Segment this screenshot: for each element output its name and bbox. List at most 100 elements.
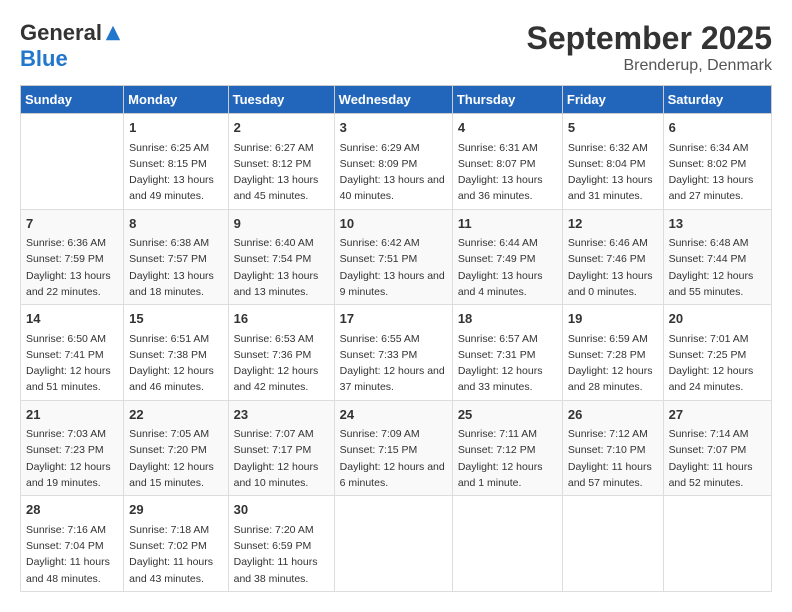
logo-blue-text: Blue [20, 46, 68, 72]
calendar-cell: 6Sunrise: 6:34 AMSunset: 8:02 PMDaylight… [663, 114, 771, 210]
logo-general-text: General [20, 20, 102, 46]
day-number: 24 [340, 405, 447, 425]
day-info: Sunrise: 6:29 AMSunset: 8:09 PMDaylight:… [340, 140, 447, 205]
header-day-saturday: Saturday [663, 86, 771, 114]
day-info: Sunrise: 6:53 AMSunset: 7:36 PMDaylight:… [234, 331, 329, 396]
day-number: 5 [568, 118, 658, 138]
day-info: Sunrise: 6:34 AMSunset: 8:02 PMDaylight:… [669, 140, 766, 205]
day-number: 21 [26, 405, 118, 425]
logo-icon [104, 24, 122, 42]
day-info: Sunrise: 7:05 AMSunset: 7:20 PMDaylight:… [129, 426, 222, 491]
calendar-cell: 3Sunrise: 6:29 AMSunset: 8:09 PMDaylight… [334, 114, 452, 210]
day-number: 19 [568, 309, 658, 329]
calendar-cell: 13Sunrise: 6:48 AMSunset: 7:44 PMDayligh… [663, 209, 771, 305]
calendar-week-4: 21Sunrise: 7:03 AMSunset: 7:23 PMDayligh… [21, 400, 772, 496]
calendar-cell: 20Sunrise: 7:01 AMSunset: 7:25 PMDayligh… [663, 305, 771, 401]
calendar-cell [562, 496, 663, 592]
day-number: 23 [234, 405, 329, 425]
day-number: 18 [458, 309, 557, 329]
calendar-cell: 16Sunrise: 6:53 AMSunset: 7:36 PMDayligh… [228, 305, 334, 401]
calendar-cell: 18Sunrise: 6:57 AMSunset: 7:31 PMDayligh… [452, 305, 562, 401]
day-info: Sunrise: 7:16 AMSunset: 7:04 PMDaylight:… [26, 522, 118, 587]
calendar-cell: 15Sunrise: 6:51 AMSunset: 7:38 PMDayligh… [124, 305, 228, 401]
calendar-cell: 23Sunrise: 7:07 AMSunset: 7:17 PMDayligh… [228, 400, 334, 496]
day-number: 12 [568, 214, 658, 234]
day-info: Sunrise: 6:59 AMSunset: 7:28 PMDaylight:… [568, 331, 658, 396]
header-day-wednesday: Wednesday [334, 86, 452, 114]
day-number: 7 [26, 214, 118, 234]
day-number: 15 [129, 309, 222, 329]
day-number: 2 [234, 118, 329, 138]
day-info: Sunrise: 7:09 AMSunset: 7:15 PMDaylight:… [340, 426, 447, 491]
header-day-tuesday: Tuesday [228, 86, 334, 114]
day-number: 13 [669, 214, 766, 234]
day-number: 30 [234, 500, 329, 520]
day-number: 17 [340, 309, 447, 329]
day-info: Sunrise: 6:32 AMSunset: 8:04 PMDaylight:… [568, 140, 658, 205]
calendar-header-row: SundayMondayTuesdayWednesdayThursdayFrid… [21, 86, 772, 114]
calendar-cell: 21Sunrise: 7:03 AMSunset: 7:23 PMDayligh… [21, 400, 124, 496]
day-info: Sunrise: 6:25 AMSunset: 8:15 PMDaylight:… [129, 140, 222, 205]
calendar-cell: 30Sunrise: 7:20 AMSunset: 6:59 PMDayligh… [228, 496, 334, 592]
calendar-cell: 24Sunrise: 7:09 AMSunset: 7:15 PMDayligh… [334, 400, 452, 496]
day-number: 8 [129, 214, 222, 234]
calendar-cell: 19Sunrise: 6:59 AMSunset: 7:28 PMDayligh… [562, 305, 663, 401]
calendar-cell: 11Sunrise: 6:44 AMSunset: 7:49 PMDayligh… [452, 209, 562, 305]
day-info: Sunrise: 6:44 AMSunset: 7:49 PMDaylight:… [458, 235, 557, 300]
day-info: Sunrise: 6:27 AMSunset: 8:12 PMDaylight:… [234, 140, 329, 205]
day-number: 3 [340, 118, 447, 138]
day-number: 16 [234, 309, 329, 329]
day-number: 22 [129, 405, 222, 425]
day-info: Sunrise: 7:12 AMSunset: 7:10 PMDaylight:… [568, 426, 658, 491]
header-day-sunday: Sunday [21, 86, 124, 114]
day-number: 9 [234, 214, 329, 234]
day-info: Sunrise: 6:31 AMSunset: 8:07 PMDaylight:… [458, 140, 557, 205]
header-day-thursday: Thursday [452, 86, 562, 114]
day-info: Sunrise: 7:01 AMSunset: 7:25 PMDaylight:… [669, 331, 766, 396]
day-number: 27 [669, 405, 766, 425]
day-info: Sunrise: 7:07 AMSunset: 7:17 PMDaylight:… [234, 426, 329, 491]
header-day-monday: Monday [124, 86, 228, 114]
day-info: Sunrise: 6:42 AMSunset: 7:51 PMDaylight:… [340, 235, 447, 300]
day-info: Sunrise: 7:14 AMSunset: 7:07 PMDaylight:… [669, 426, 766, 491]
calendar-week-5: 28Sunrise: 7:16 AMSunset: 7:04 PMDayligh… [21, 496, 772, 592]
calendar-cell: 2Sunrise: 6:27 AMSunset: 8:12 PMDaylight… [228, 114, 334, 210]
title-block: September 2025 Brenderup, Denmark [527, 20, 772, 75]
month-title: September 2025 [527, 20, 772, 57]
day-number: 11 [458, 214, 557, 234]
day-info: Sunrise: 7:18 AMSunset: 7:02 PMDaylight:… [129, 522, 222, 587]
day-number: 29 [129, 500, 222, 520]
day-number: 28 [26, 500, 118, 520]
calendar-cell: 7Sunrise: 6:36 AMSunset: 7:59 PMDaylight… [21, 209, 124, 305]
calendar-cell: 27Sunrise: 7:14 AMSunset: 7:07 PMDayligh… [663, 400, 771, 496]
calendar-cell [334, 496, 452, 592]
location-subtitle: Brenderup, Denmark [527, 57, 772, 75]
day-info: Sunrise: 6:48 AMSunset: 7:44 PMDaylight:… [669, 235, 766, 300]
day-info: Sunrise: 6:55 AMSunset: 7:33 PMDaylight:… [340, 331, 447, 396]
day-number: 20 [669, 309, 766, 329]
calendar-cell: 12Sunrise: 6:46 AMSunset: 7:46 PMDayligh… [562, 209, 663, 305]
calendar-week-2: 7Sunrise: 6:36 AMSunset: 7:59 PMDaylight… [21, 209, 772, 305]
calendar-cell: 26Sunrise: 7:12 AMSunset: 7:10 PMDayligh… [562, 400, 663, 496]
day-info: Sunrise: 6:40 AMSunset: 7:54 PMDaylight:… [234, 235, 329, 300]
day-info: Sunrise: 6:51 AMSunset: 7:38 PMDaylight:… [129, 331, 222, 396]
day-info: Sunrise: 6:57 AMSunset: 7:31 PMDaylight:… [458, 331, 557, 396]
calendar-cell: 17Sunrise: 6:55 AMSunset: 7:33 PMDayligh… [334, 305, 452, 401]
calendar-week-3: 14Sunrise: 6:50 AMSunset: 7:41 PMDayligh… [21, 305, 772, 401]
logo: General Blue [20, 20, 122, 72]
calendar-cell: 28Sunrise: 7:16 AMSunset: 7:04 PMDayligh… [21, 496, 124, 592]
day-number: 26 [568, 405, 658, 425]
day-info: Sunrise: 6:38 AMSunset: 7:57 PMDaylight:… [129, 235, 222, 300]
header-day-friday: Friday [562, 86, 663, 114]
calendar-cell: 5Sunrise: 6:32 AMSunset: 8:04 PMDaylight… [562, 114, 663, 210]
day-info: Sunrise: 7:03 AMSunset: 7:23 PMDaylight:… [26, 426, 118, 491]
calendar-table: SundayMondayTuesdayWednesdayThursdayFrid… [20, 85, 772, 592]
day-info: Sunrise: 6:36 AMSunset: 7:59 PMDaylight:… [26, 235, 118, 300]
day-number: 25 [458, 405, 557, 425]
calendar-cell: 8Sunrise: 6:38 AMSunset: 7:57 PMDaylight… [124, 209, 228, 305]
calendar-cell: 1Sunrise: 6:25 AMSunset: 8:15 PMDaylight… [124, 114, 228, 210]
day-info: Sunrise: 6:46 AMSunset: 7:46 PMDaylight:… [568, 235, 658, 300]
calendar-cell: 29Sunrise: 7:18 AMSunset: 7:02 PMDayligh… [124, 496, 228, 592]
calendar-cell: 25Sunrise: 7:11 AMSunset: 7:12 PMDayligh… [452, 400, 562, 496]
calendar-week-1: 1Sunrise: 6:25 AMSunset: 8:15 PMDaylight… [21, 114, 772, 210]
